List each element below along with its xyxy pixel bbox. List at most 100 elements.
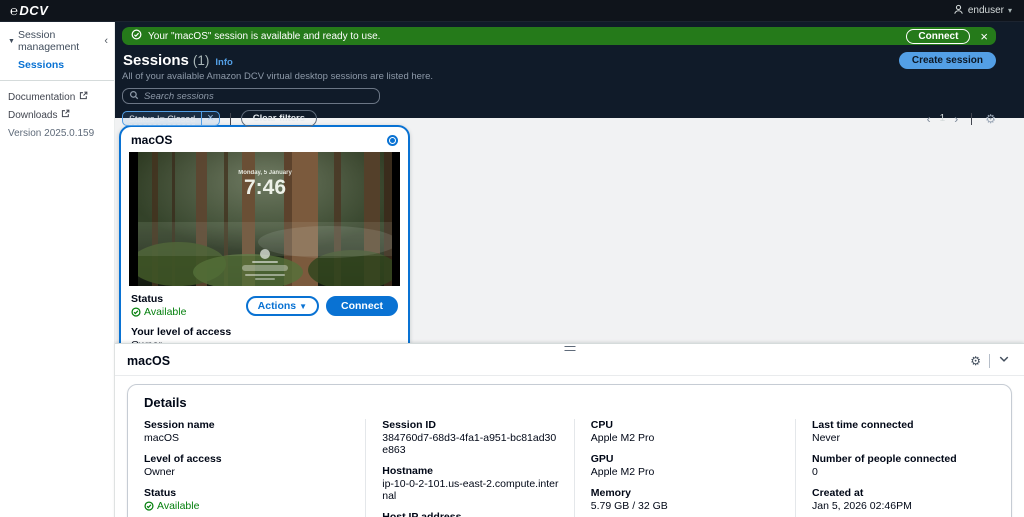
clear-filters-button[interactable]: Clear filters xyxy=(240,110,318,127)
actions-button[interactable]: Actions ▼ xyxy=(245,295,319,316)
caret-down-icon: ▼ xyxy=(8,37,15,45)
detail-field: Level of access Owner xyxy=(144,453,351,478)
detail-value: macOS xyxy=(144,432,180,444)
divider xyxy=(971,112,973,125)
card-status-block: Status Available xyxy=(131,293,186,318)
panel-collapse-chevron-icon[interactable] xyxy=(998,352,1010,370)
split-panel-drag-handle[interactable] xyxy=(564,346,575,351)
sidebar-section-session-management[interactable]: ▼ Session management ‹ xyxy=(0,29,114,53)
panel-title: macOS xyxy=(127,354,171,368)
filter-row: Status != Closed × Clear filters ‹ 1 › ⚙ xyxy=(122,110,996,127)
pagination: ‹ 1 › ⚙ xyxy=(927,112,996,126)
detail-label: Level of access xyxy=(144,453,222,465)
detail-label: Last time connected xyxy=(812,419,914,431)
detail-label: Session ID xyxy=(382,419,436,431)
sidebar-link-downloads[interactable]: Downloads xyxy=(0,109,114,127)
sidebar-divider xyxy=(0,80,114,81)
lockscreen-avatar xyxy=(259,249,270,259)
detail-value: 384760d7-68d3-4fa1-a951-bc81ad30e863 xyxy=(382,432,557,456)
session-count: (1) xyxy=(192,53,210,68)
sidebar-section-label: Session management xyxy=(17,29,80,53)
detail-field: Memory 5.79 GB / 32 GB xyxy=(591,487,781,512)
detail-label: Status xyxy=(144,487,177,499)
sidebar-collapse-icon[interactable]: ‹ xyxy=(104,35,108,47)
details-column: Last time connected Never Number of people… xyxy=(795,419,995,517)
detail-field: GPU Apple M2 Pro xyxy=(591,453,781,478)
detail-field: Last time connected Never xyxy=(812,419,981,444)
details-container: Details Session name macOS Level of access… xyxy=(127,384,1012,517)
caret-down-icon: ▼ xyxy=(299,301,307,311)
page-number[interactable]: 1 xyxy=(940,113,946,124)
user-menu[interactable]: enduser ▾ xyxy=(953,4,1012,18)
detail-value: Owner xyxy=(144,466,175,478)
detail-value: Available xyxy=(144,500,351,512)
flashbar-close-icon[interactable]: × xyxy=(978,30,990,43)
session-card[interactable]: macOS Monday, 5 January 7:46 Status Avai… xyxy=(119,125,410,363)
detail-value: ip-10-0-2-101.us-east-2.compute.internal xyxy=(382,478,559,502)
detail-field: Session name macOS xyxy=(144,419,351,444)
check-circle-icon xyxy=(131,27,142,45)
filter-token[interactable]: Status != Closed × xyxy=(122,111,220,126)
version-label: Version 2025.0.159 xyxy=(8,128,95,139)
detail-label: Number of people connected xyxy=(812,453,957,465)
user-name: enduser xyxy=(967,5,1004,16)
details-split-panel: macOS ⚙ Details Session name macOS Level o… xyxy=(115,343,1024,517)
page-description: All of your available Amazon DCV virtual… xyxy=(122,71,434,82)
filter-token-remove-icon[interactable]: × xyxy=(201,112,218,125)
detail-field: CPU Apple M2 Pro xyxy=(591,419,781,444)
macos-lockscreen-preview: Monday, 5 January 7:46 xyxy=(137,152,392,286)
lockscreen-time: 7:46 xyxy=(243,176,285,199)
sidebar-item-sessions[interactable]: Sessions xyxy=(0,53,114,71)
session-thumbnail[interactable]: Monday, 5 January 7:46 xyxy=(129,152,400,286)
create-session-button[interactable]: Create session xyxy=(898,52,996,69)
user-icon xyxy=(953,4,964,18)
radio-selected-icon[interactable] xyxy=(387,134,398,146)
detail-label: Host IP address xyxy=(382,511,462,517)
details-column: Session name macOS Level of access Owner Sta… xyxy=(144,419,365,517)
main-area: Your "macOS" session is available and re… xyxy=(115,22,1024,517)
sidebar-link-documentation[interactable]: Documentation xyxy=(0,91,114,109)
search-icon xyxy=(129,87,139,105)
search-input[interactable] xyxy=(144,90,373,102)
detail-field: Number of people connected 0 xyxy=(812,453,981,478)
detail-label: Memory xyxy=(590,487,632,499)
detail-field: Session ID 384760d7-68d3-4fa1-a951-bc81ad… xyxy=(382,419,560,456)
detail-label: CPU xyxy=(590,419,613,431)
check-circle-icon xyxy=(131,307,141,317)
access-label: Your level of access xyxy=(131,326,232,338)
check-circle-icon xyxy=(144,501,154,511)
details-grid: Session name macOS Level of access Owner Sta… xyxy=(144,419,995,517)
lockscreen-password-field xyxy=(241,265,288,271)
success-flashbar: Your "macOS" session is available and re… xyxy=(122,27,996,45)
detail-field: Created at Jan 5, 2026 02:46PM xyxy=(812,487,981,512)
details-title: Details xyxy=(144,395,187,410)
preferences-gear-icon[interactable]: ⚙ xyxy=(985,112,996,126)
details-column: CPU Apple M2 Pro GPU Apple M2 Pro Memory 5.79… xyxy=(573,419,795,517)
divider xyxy=(229,112,231,125)
next-page-icon[interactable]: › xyxy=(954,113,958,125)
detail-value: 5.79 GB / 32 GB xyxy=(590,500,668,512)
details-column: Session ID 384760d7-68d3-4fa1-a951-bc81ad… xyxy=(365,419,574,517)
flashbar-message: Your "macOS" session is available and re… xyxy=(148,30,381,42)
panel-preferences-gear-icon[interactable]: ⚙ xyxy=(970,354,981,368)
detail-field: Hostname ip-10-0-2-101.us-east-2.compute.… xyxy=(382,465,560,502)
detail-label: Hostname xyxy=(382,465,434,477)
page-header: Your "macOS" session is available and re… xyxy=(115,22,1024,127)
flashbar-connect-button[interactable]: Connect xyxy=(906,28,971,44)
dcv-logo: ℮DCV xyxy=(10,2,49,19)
divider xyxy=(989,354,990,368)
previous-page-icon[interactable]: ‹ xyxy=(927,113,931,125)
sessions-grid: macOS Monday, 5 January 7:46 Status Avai… xyxy=(115,118,1024,363)
card-connect-button[interactable]: Connect xyxy=(326,295,398,316)
page-title: Sessions (1) Info xyxy=(123,52,233,69)
detail-value: Never xyxy=(812,432,841,444)
info-link[interactable]: Info xyxy=(215,57,232,68)
detail-value: 0 xyxy=(812,466,818,478)
external-link-icon xyxy=(79,91,88,103)
detail-value: Jan 5, 2026 02:46PM xyxy=(812,500,912,512)
detail-label: Session name xyxy=(144,419,215,431)
filter-token-label[interactable]: Status != Closed xyxy=(123,114,201,124)
session-card-title: macOS xyxy=(131,133,173,147)
detail-label: GPU xyxy=(590,453,614,465)
detail-label: Created at xyxy=(812,487,864,499)
